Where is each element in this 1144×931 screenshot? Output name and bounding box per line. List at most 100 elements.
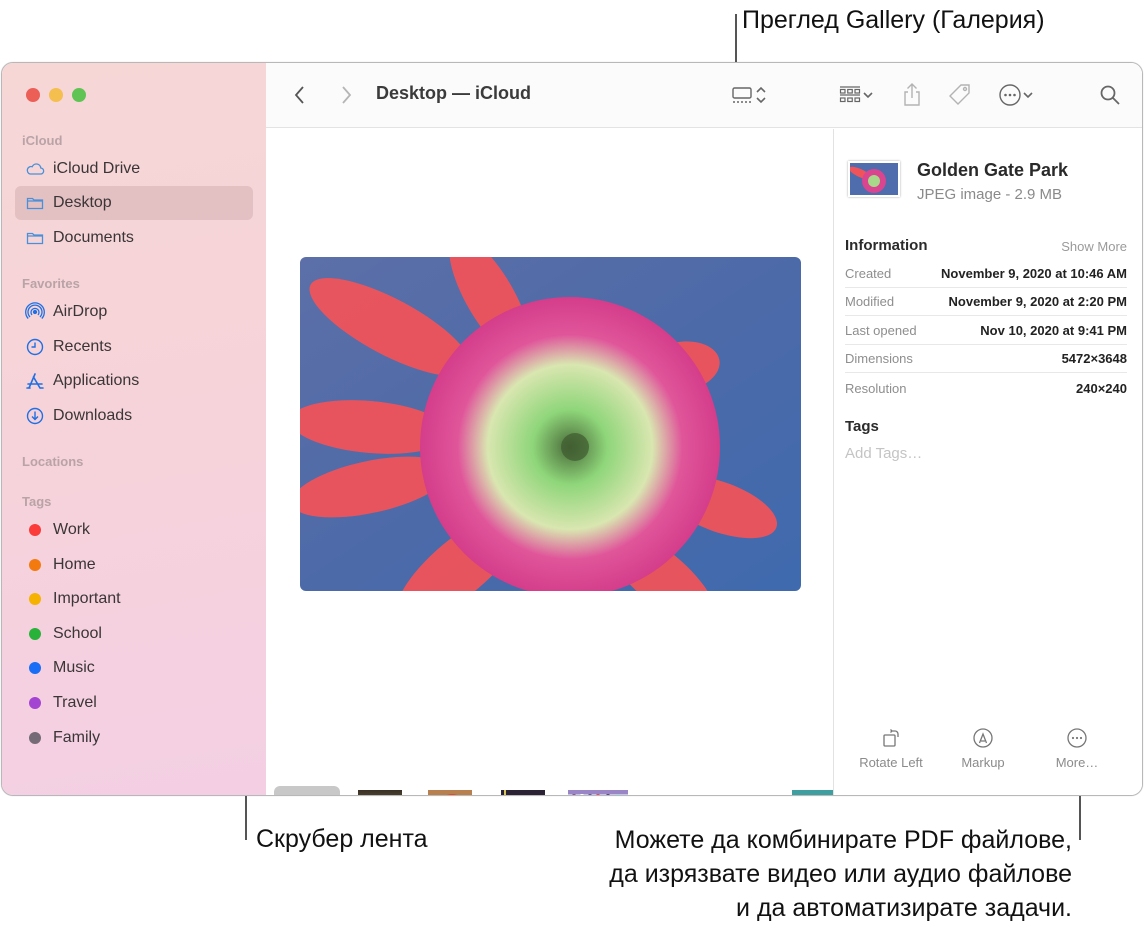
window-controls	[26, 88, 86, 102]
info-value: 240×240	[1076, 380, 1127, 396]
airdrop-icon	[25, 302, 45, 322]
thumbnail-louisa-parris-brochure[interactable]: LOUISA	[638, 786, 702, 795]
view-mode-button[interactable]	[724, 81, 774, 109]
tag-color-dot	[29, 628, 41, 640]
sidebar-item-label: AirDrop	[53, 303, 108, 320]
search-button[interactable]	[1098, 81, 1122, 109]
show-more-link[interactable]: Show More	[1061, 239, 1127, 254]
file-kind: JPEG image - 2.9 MB	[917, 186, 1063, 203]
sidebar-item-applications[interactable]: Applications	[15, 364, 253, 398]
sidebar-item-recents[interactable]: Recents	[15, 330, 253, 364]
tag-color-dot	[29, 662, 41, 674]
toolbar: Desktop — iCloud	[266, 63, 1142, 128]
thumbnail-striped-wall[interactable]	[566, 786, 630, 795]
sidebar-tag-family[interactable]: Family	[15, 721, 253, 755]
thumbnail-forest-path[interactable]	[356, 786, 404, 795]
tag-color-dot	[29, 559, 41, 571]
info-row-created: Created November 9, 2020 at 10:46 AM	[845, 260, 1127, 288]
sidebar-tag-travel[interactable]: Travel	[15, 686, 253, 720]
action-menu-button[interactable]	[994, 81, 1038, 109]
flower-photo	[300, 257, 801, 591]
forward-chevron-icon	[342, 86, 352, 104]
share-icon	[904, 83, 920, 106]
main-area: Desktop — iCloud Golden Gate Park JPEG i…	[266, 63, 1142, 795]
thumbnail-marketing-plan[interactable]	[792, 786, 833, 795]
tag-button[interactable]	[946, 81, 974, 109]
sidebar-section-locations[interactable]: Locations	[22, 454, 83, 469]
chevron-down-icon	[1023, 92, 1033, 99]
sidebar-item-label: Music	[53, 659, 95, 676]
tag-color-dot	[29, 593, 41, 605]
cloud-icon	[25, 159, 45, 179]
sidebar-section-icloud: iCloud	[22, 133, 63, 148]
forward-button[interactable]	[334, 81, 358, 109]
group-by-button[interactable]	[834, 81, 878, 109]
sidebar-item-desktop[interactable]: Desktop	[15, 186, 253, 220]
file-name: Golden Gate Park	[917, 160, 1069, 180]
sidebar-section-favorites: Favorites	[22, 276, 80, 291]
info-row-dimensions: Dimensions 5472×3648	[845, 345, 1127, 373]
sidebar-section-tags[interactable]: Tags	[22, 494, 51, 509]
file-thumbnail	[848, 161, 900, 197]
sidebar-tag-school[interactable]: School	[15, 617, 253, 651]
back-chevron-icon	[294, 86, 304, 104]
sidebar-item-documents[interactable]: Documents	[15, 221, 253, 255]
add-tags-field[interactable]: Add Tags…	[845, 445, 922, 462]
thumbnail-red-hand-shadow[interactable]	[426, 786, 474, 795]
quick-action-label: Markup	[961, 755, 1005, 770]
rotate-left-icon	[883, 729, 899, 747]
more-actions-button[interactable]: More…	[1032, 727, 1122, 770]
sidebar-tag-work[interactable]: Work	[15, 513, 253, 547]
quick-action-label: Rotate Left	[859, 755, 923, 770]
gallery-view-icon	[732, 87, 752, 103]
callout-more-line-3: и да автоматизирате задачи.	[736, 894, 1072, 922]
sidebar-item-icloud-drive[interactable]: iCloud Drive	[15, 152, 253, 186]
thumbnail-abstract-gradient[interactable]	[712, 786, 776, 795]
action-menu-icon	[999, 84, 1021, 106]
tag-color-dot	[29, 697, 41, 709]
search-icon	[1100, 85, 1120, 105]
sidebar-item-downloads[interactable]: Downloads	[15, 399, 253, 433]
sidebar-item-label: iCloud Drive	[53, 160, 141, 177]
tag-color-dot	[29, 524, 41, 536]
sidebar-item-label: School	[53, 625, 102, 642]
download-icon	[25, 406, 45, 426]
tag-icon	[949, 84, 970, 105]
callout-scrubber-bar: Скрубер лента	[256, 825, 428, 853]
info-key: Modified	[845, 294, 895, 309]
thumbnail-flower[interactable]	[274, 786, 340, 795]
group-by-icon	[839, 86, 861, 103]
info-key: Created	[845, 266, 892, 281]
sidebar-item-label: Work	[53, 521, 91, 538]
markup-button[interactable]: Markup	[938, 727, 1028, 770]
minimize-window-button[interactable]	[49, 88, 63, 102]
image-preview[interactable]	[300, 257, 801, 591]
info-value: November 9, 2020 at 10:46 AM	[941, 266, 1127, 281]
rotate-left-button[interactable]: Rotate Left	[846, 727, 936, 770]
chevron-down-icon	[863, 92, 873, 99]
info-key: Last opened	[845, 323, 917, 338]
share-button[interactable]	[900, 81, 924, 109]
zoom-window-button[interactable]	[72, 88, 86, 102]
scrubber-bar[interactable]: LOUISA	[266, 782, 833, 795]
sidebar-tag-important[interactable]: Important	[15, 582, 253, 616]
callout-more-line-1: Можете да комбинирате PDF файлове,	[614, 826, 1072, 854]
sidebar: iCloud iCloud Drive Desktop Documents Fa…	[2, 63, 266, 795]
info-row-resolution: Resolution 240×240	[845, 374, 1127, 402]
info-value: 5472×3648	[1061, 351, 1127, 366]
sidebar-tag-music[interactable]: Music	[15, 651, 253, 685]
info-row-modified: Modified November 9, 2020 at 2:20 PM	[845, 288, 1127, 316]
tag-color-dot	[29, 732, 41, 744]
quick-action-label: More…	[1055, 755, 1099, 770]
markup-icon	[973, 728, 993, 748]
callout-gallery-view: Преглед Gallery (Галерия)	[742, 6, 1045, 34]
sidebar-tag-home[interactable]: Home	[15, 548, 253, 582]
info-row-last-opened: Last opened Nov 10, 2020 at 9:41 PM	[845, 317, 1127, 345]
sidebar-item-label: Applications	[53, 372, 140, 389]
folder-icon	[25, 228, 45, 248]
thumbnail-portrait-neon[interactable]	[499, 786, 547, 795]
back-button[interactable]	[288, 81, 312, 109]
clock-icon	[25, 337, 45, 357]
sidebar-item-airdrop[interactable]: AirDrop	[15, 295, 253, 329]
close-window-button[interactable]	[26, 88, 40, 102]
